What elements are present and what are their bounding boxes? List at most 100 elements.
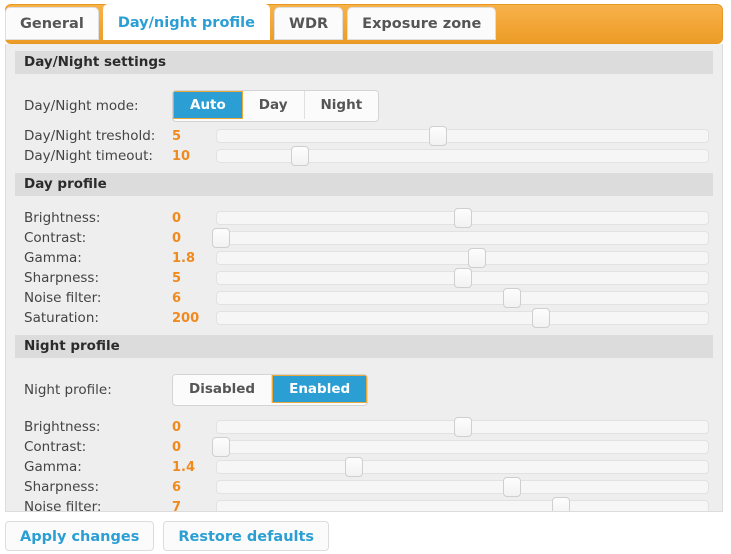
slider-track bbox=[216, 500, 709, 511]
slider-label: Brightness: bbox=[24, 210, 101, 226]
slider-value: 0 bbox=[172, 439, 182, 455]
slider-label: Day/Night timeout: bbox=[24, 148, 153, 164]
tab-day-night-profile[interactable]: Day/night profile bbox=[102, 4, 270, 40]
row-saturation: Saturation: 200 bbox=[15, 308, 713, 328]
night-profile-option-enabled[interactable]: Enabled bbox=[272, 375, 368, 403]
slider-handle[interactable] bbox=[502, 288, 521, 308]
section-header-daynight-settings: Day/Night settings bbox=[15, 51, 713, 74]
restore-defaults-button[interactable]: Restore defaults bbox=[163, 521, 330, 551]
daynight-mode-option-auto[interactable]: Auto bbox=[173, 91, 243, 119]
slider-value: 0 bbox=[172, 419, 182, 435]
camera-settings-page: General Day/night profile WDR Exposure zone… bbox=[0, 0, 731, 554]
slider-handle[interactable] bbox=[502, 477, 521, 497]
slider-handle[interactable] bbox=[532, 308, 551, 328]
settings-panel: Day/Night settings Day/Night mode: Auto D… bbox=[5, 44, 723, 512]
label-night-profile: Night profile: bbox=[24, 382, 112, 398]
slider-label: Contrast: bbox=[24, 439, 87, 455]
slider-track-area[interactable] bbox=[216, 457, 709, 477]
slider-value: 6 bbox=[172, 290, 182, 306]
slider-label: Day/Night treshold: bbox=[24, 128, 156, 144]
daynight-settings-sliders: Day/Night treshold: 5 Day/Night timeout: 10 bbox=[6, 126, 722, 166]
slider-label: Brightness: bbox=[24, 419, 101, 435]
slider-track-area[interactable] bbox=[216, 268, 709, 288]
night-profile-option-disabled[interactable]: Disabled bbox=[173, 375, 273, 403]
row-gamma: Gamma: 1.8 bbox=[15, 248, 713, 268]
slider-track bbox=[216, 291, 709, 305]
slider-value: 1.8 bbox=[172, 250, 196, 266]
slider-label: Sharpness: bbox=[24, 270, 99, 286]
tab-general[interactable]: General bbox=[5, 7, 99, 40]
row-day-night-treshold: Day/Night treshold: 5 bbox=[15, 126, 713, 146]
slider-handle[interactable] bbox=[453, 268, 472, 288]
row-daynight-mode: Day/Night mode: Auto Day Night bbox=[15, 86, 713, 126]
slider-value: 0 bbox=[172, 210, 182, 226]
slider-label: Noise filter: bbox=[24, 290, 102, 306]
slider-handle[interactable] bbox=[453, 208, 472, 228]
slider-value: 200 bbox=[172, 310, 200, 326]
tab-wdr[interactable]: WDR bbox=[273, 7, 344, 40]
row-brightness: Brightness: 0 bbox=[15, 417, 713, 437]
slider-track-area[interactable] bbox=[216, 477, 709, 497]
slider-track bbox=[216, 129, 709, 143]
slider-track bbox=[216, 440, 709, 454]
slider-value: 7 bbox=[172, 499, 182, 512]
slider-handle[interactable] bbox=[211, 228, 230, 248]
row-contrast: Contrast: 0 bbox=[15, 228, 713, 248]
row-noise-filter: Noise filter: 7 bbox=[15, 497, 713, 512]
row-night-profile-toggle: Night profile: Disabled Enabled bbox=[15, 370, 713, 410]
row-sharpness: Sharpness: 6 bbox=[15, 477, 713, 497]
slider-label: Gamma: bbox=[24, 459, 82, 475]
slider-handle[interactable] bbox=[211, 437, 230, 457]
night-profile-segmented-control[interactable]: Disabled Enabled bbox=[172, 374, 369, 406]
row-contrast: Contrast: 0 bbox=[15, 437, 713, 457]
section-header-night-profile: Night profile bbox=[15, 335, 713, 358]
slider-track-area[interactable] bbox=[216, 208, 709, 228]
row-brightness: Brightness: 0 bbox=[15, 208, 713, 228]
row-noise-filter: Noise filter: 6 bbox=[15, 288, 713, 308]
slider-handle[interactable] bbox=[468, 248, 487, 268]
slider-track-area[interactable] bbox=[216, 248, 709, 268]
slider-track-area[interactable] bbox=[216, 288, 709, 308]
row-gamma: Gamma: 1.4 bbox=[15, 457, 713, 477]
slider-handle[interactable] bbox=[290, 146, 309, 166]
slider-value: 6 bbox=[172, 479, 182, 495]
slider-track bbox=[216, 251, 709, 265]
slider-track-area[interactable] bbox=[216, 126, 709, 146]
daynight-mode-option-day[interactable]: Day bbox=[242, 91, 305, 119]
slider-label: Sharpness: bbox=[24, 479, 99, 495]
tab-exposure-zone[interactable]: Exposure zone bbox=[347, 7, 497, 40]
night-profile-sliders: Brightness: 0 Contrast: 0 Gamma: 1.4 Sharpness… bbox=[6, 417, 722, 512]
daynight-mode-segmented-control[interactable]: Auto Day Night bbox=[172, 90, 380, 122]
slider-track bbox=[216, 480, 709, 494]
slider-value: 1.4 bbox=[172, 459, 196, 475]
slider-handle[interactable] bbox=[552, 497, 571, 511]
apply-changes-button[interactable]: Apply changes bbox=[5, 521, 155, 551]
slider-value: 0 bbox=[172, 230, 182, 246]
slider-track bbox=[216, 149, 709, 163]
slider-track bbox=[216, 460, 709, 474]
slider-track-area[interactable] bbox=[216, 308, 709, 328]
tab-list: General Day/night profile WDR Exposure zone bbox=[5, 4, 500, 40]
slider-label: Noise filter: bbox=[24, 499, 102, 512]
label-daynight-mode: Day/Night mode: bbox=[24, 98, 139, 114]
slider-track-area[interactable] bbox=[216, 417, 709, 437]
slider-value: 5 bbox=[172, 270, 182, 286]
slider-track bbox=[216, 231, 709, 245]
slider-track-area[interactable] bbox=[216, 497, 709, 511]
slider-track bbox=[216, 311, 709, 325]
slider-handle[interactable] bbox=[453, 417, 472, 437]
slider-handle[interactable] bbox=[428, 126, 447, 146]
section-header-day-profile: Day profile bbox=[15, 173, 713, 196]
footer-actions: Apply changes Restore defaults bbox=[5, 521, 338, 551]
slider-label: Saturation: bbox=[24, 310, 99, 326]
daynight-mode-option-night[interactable]: Night bbox=[304, 91, 379, 119]
row-sharpness: Sharpness: 5 bbox=[15, 268, 713, 288]
slider-track-area[interactable] bbox=[211, 437, 709, 457]
slider-value: 5 bbox=[172, 128, 182, 144]
slider-label: Gamma: bbox=[24, 250, 82, 266]
slider-track-area[interactable] bbox=[211, 228, 709, 248]
slider-track-area[interactable] bbox=[216, 146, 709, 166]
slider-handle[interactable] bbox=[345, 457, 364, 477]
slider-value: 10 bbox=[172, 148, 191, 164]
day-profile-sliders: Brightness: 0 Contrast: 0 Gamma: 1.8 Sharpness… bbox=[6, 208, 722, 328]
